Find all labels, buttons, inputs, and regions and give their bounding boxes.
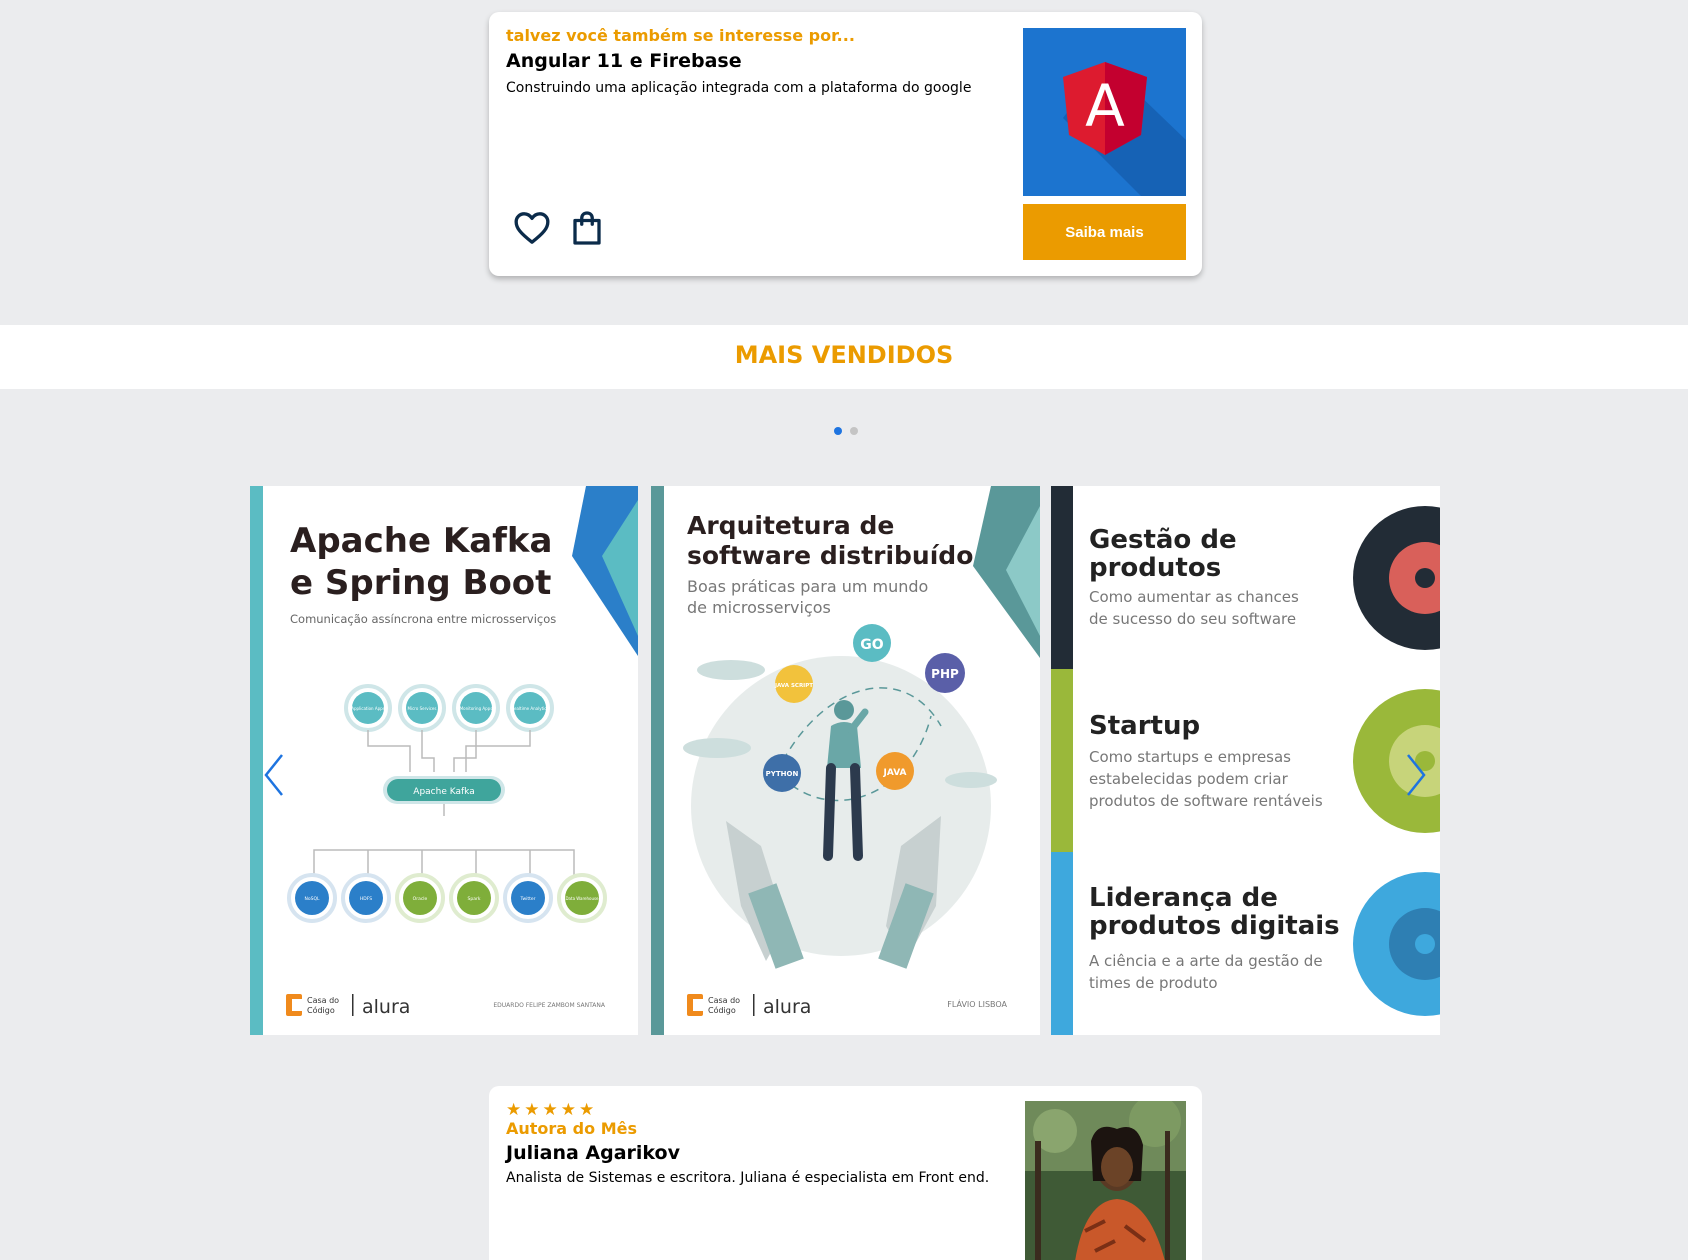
carousel-dot-2[interactable] xyxy=(850,427,858,435)
book-1-title-line2: e Spring Boot xyxy=(290,563,551,603)
book-cover-apache-kafka[interactable]: Apache Kafka e Spring Boot Comunicação a… xyxy=(250,486,638,1035)
author-of-month-card: ★★★★★ Autora do Mês Juliana Agarikov Ana… xyxy=(489,1086,1202,1260)
book-3-section-1-title-line2: produtos xyxy=(1089,553,1221,583)
book-3-section-2-text-line2: estabelecidas podem criar xyxy=(1089,770,1289,788)
recommendation-card: talvez você também se interesse por... A… xyxy=(489,12,1202,276)
book-1-bottom-node-4: Spark xyxy=(468,896,481,902)
book-1-title-line1: Apache Kafka xyxy=(290,521,553,561)
book-2-title-line1: Arquitetura de xyxy=(687,511,894,540)
book-1-publisher-line1: Casa do xyxy=(307,996,339,1005)
add-to-cart-button[interactable] xyxy=(569,208,609,248)
recommendation-title[interactable]: Angular 11 e Firebase xyxy=(506,50,742,72)
book-2-author: FLÁVIO LISBOA xyxy=(947,998,1007,1009)
book-2-tech-go: GO xyxy=(860,637,883,653)
heart-icon xyxy=(514,212,550,244)
book-2-tech-javascript: JAVA SCRIPT xyxy=(774,683,813,689)
author-bio: Analista de Sistemas e escritora. Julian… xyxy=(506,1170,990,1186)
book-1-bottom-node-2: HDFS xyxy=(360,896,372,902)
book-2-title-line2: software distribuído xyxy=(687,541,973,570)
book-1-bottom-node-3: Oracle xyxy=(413,896,428,902)
book-3-section-3-title-line1: Liderança de xyxy=(1089,883,1278,913)
book-1-author: EDUARDO FELIPE ZAMBOM SANTANA xyxy=(493,1002,606,1009)
angular-logo-letter: A xyxy=(1085,72,1125,140)
book-1-subtitle: Comunicação assíncrona entre microsservi… xyxy=(290,612,556,626)
author-eyebrow: Autora do Mês xyxy=(506,1119,637,1138)
carousel-prev-button[interactable] xyxy=(258,749,292,801)
chevron-right-icon xyxy=(1407,754,1426,796)
book-3-section-3-title-line2: produtos digitais xyxy=(1089,911,1340,941)
book-2-tech-php: PHP xyxy=(931,667,959,681)
book-1-top-node-3: Monitoring Apps xyxy=(460,706,493,711)
book-1-bottom-node-6: Data Warehouse xyxy=(565,896,599,901)
author-photo xyxy=(1025,1101,1186,1260)
book-3-section-1-title-line1: Gestão de xyxy=(1089,525,1237,555)
section-title: MAIS VENDIDOS xyxy=(734,341,954,369)
book-3-section-3-text-line2: times de produto xyxy=(1089,974,1218,992)
book-2-brand: alura xyxy=(763,996,811,1018)
section-band: MAIS VENDIDOS xyxy=(0,325,1688,389)
recommendation-eyebrow: talvez você também se interesse por... xyxy=(506,26,855,45)
book-1-top-node-2: Micro Services xyxy=(408,706,437,711)
book-3-section-1-text-line2: de sucesso do seu software xyxy=(1089,610,1296,628)
book-1-publisher-line2: Código xyxy=(307,1005,335,1015)
learn-more-button[interactable]: Saiba mais xyxy=(1023,204,1186,260)
book-1-hub-label: Apache Kafka xyxy=(413,787,474,797)
book-3-section-3-text-line1: A ciência e a arte da gestão de xyxy=(1089,952,1323,970)
favorite-button[interactable] xyxy=(512,208,552,248)
bestsellers-carousel: Apache Kafka e Spring Boot Comunicação a… xyxy=(250,486,1440,1035)
book-1-top-node-4: Realtime Analytics xyxy=(511,706,548,711)
book-2-tech-python: PYTHON xyxy=(766,770,799,778)
chevron-left-icon xyxy=(264,754,283,796)
book-3-section-1-text-line1: Como aumentar as chances xyxy=(1089,588,1299,606)
recommendation-description: Construindo uma aplicação integrada com … xyxy=(506,80,972,96)
book-1-bottom-node-5: Twitter xyxy=(519,896,535,902)
book-2-subtitle-line2: de microsserviços xyxy=(687,598,831,617)
book-2-subtitle-line1: Boas práticas para um mundo xyxy=(687,577,928,596)
carousel-next-button[interactable] xyxy=(1398,749,1432,801)
book-2-publisher-line1: Casa do xyxy=(708,996,740,1005)
book-1-brand: alura xyxy=(362,996,410,1018)
recommendation-cover-image[interactable]: A xyxy=(1023,28,1186,196)
rating-stars: ★★★★★ xyxy=(506,1100,598,1120)
carousel-dot-1[interactable] xyxy=(834,427,842,435)
book-3-section-2-title-line1: Startup xyxy=(1089,711,1200,741)
book-3-section-2-text-line1: Como startups e empresas xyxy=(1089,748,1291,766)
book-1-bottom-node-1: NoSQL xyxy=(304,896,320,902)
carousel-pagination xyxy=(834,427,858,435)
book-2-tech-java: JAVA xyxy=(882,768,906,778)
book-2-publisher-line2: Código xyxy=(708,1005,736,1015)
book-cover-product-trilogy[interactable]: Gestão de produtos Como aumentar as chan… xyxy=(1051,486,1440,1035)
book-1-top-node-1: Application Apps xyxy=(351,706,385,711)
author-name[interactable]: Juliana Agarikov xyxy=(506,1142,680,1164)
book-cover-software-distribuido[interactable]: Arquitetura de software distribuído Boas… xyxy=(651,486,1040,1035)
shopping-bag-icon xyxy=(573,211,601,245)
book-3-section-2-text-line3: produtos de software rentáveis xyxy=(1089,792,1323,810)
